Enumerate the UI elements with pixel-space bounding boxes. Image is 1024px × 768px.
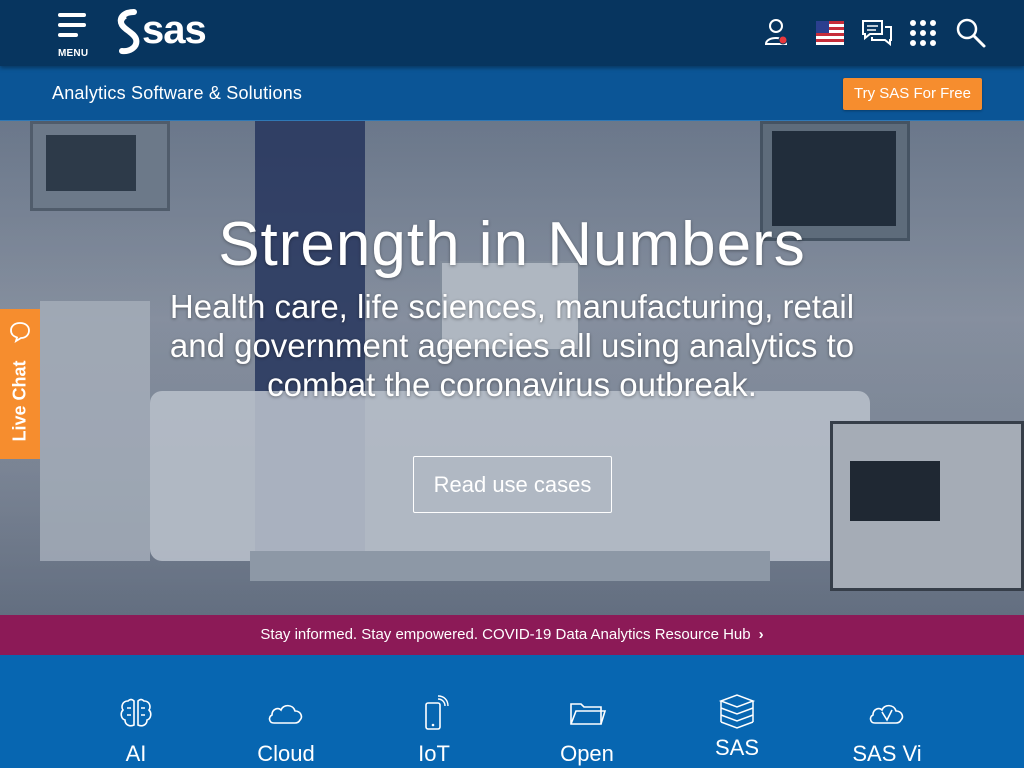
account-icon[interactable]	[762, 16, 796, 50]
search-icon[interactable]	[954, 16, 988, 50]
secondary-bar: Analytics Software & Solutions Try SAS F…	[0, 66, 1024, 121]
feature-ai[interactable]: AI	[96, 695, 176, 767]
cloud-check-icon	[869, 704, 904, 724]
feature-label: AI	[125, 741, 147, 766]
try-sas-free-button[interactable]: Try SAS For Free	[843, 78, 982, 110]
feature-sas[interactable]: SAS	[697, 693, 777, 761]
feature-sas-viya[interactable]: SAS Vi	[847, 695, 927, 767]
sas-logo-mark-icon	[117, 9, 140, 55]
logo-text: sas	[142, 8, 207, 52]
features-row: AI Cloud IoT Open SAS SAS Vi	[0, 655, 1024, 768]
menu-label: MENU	[58, 48, 89, 59]
sas-logo[interactable]: sas	[112, 8, 224, 56]
hero-banner: Strength in Numbers Health care, life sc…	[0, 121, 1024, 615]
feature-cloud[interactable]: Cloud	[246, 695, 326, 767]
live-chat-label: Live Chat	[9, 360, 30, 442]
hero-subtitle: Health care, life sciences, manufacturin…	[169, 288, 855, 403]
live-chat-tab[interactable]: Live Chat	[0, 309, 40, 459]
covid-banner-text: Stay informed. Stay empowered. COVID-19 …	[260, 626, 751, 643]
us-flag-icon[interactable]	[814, 16, 848, 50]
brain-icon	[120, 698, 152, 727]
feature-label: Open	[560, 741, 614, 766]
feature-label: SAS Vi	[852, 741, 922, 766]
feature-iot[interactable]: IoT	[394, 695, 474, 767]
chat-bubbles-icon[interactable]	[860, 16, 894, 50]
feature-label: IoT	[418, 741, 450, 766]
stack-icon	[718, 694, 756, 729]
menu-button[interactable]: MENU	[54, 10, 92, 60]
chevron-right-icon: ›	[758, 626, 764, 643]
covid-resource-banner[interactable]: Stay informed. Stay empowered. COVID-19 …	[0, 615, 1024, 655]
feature-label: SAS	[714, 735, 760, 760]
apps-grid-icon[interactable]	[906, 16, 940, 50]
read-use-cases-button[interactable]: Read use cases	[413, 456, 612, 513]
site-subtitle: Analytics Software & Solutions	[52, 83, 303, 103]
feature-label: Cloud	[257, 741, 315, 766]
feature-open[interactable]: Open	[547, 695, 627, 767]
folder-icon	[570, 703, 607, 725]
hamburger-icon	[58, 13, 86, 43]
phone-signal-icon	[425, 695, 449, 730]
top-navigation-bar: MENU sas	[0, 0, 1024, 66]
hero-title: Strength in Numbers	[218, 210, 806, 279]
cloud-icon	[268, 704, 303, 724]
chat-bubble-icon	[10, 322, 30, 343]
